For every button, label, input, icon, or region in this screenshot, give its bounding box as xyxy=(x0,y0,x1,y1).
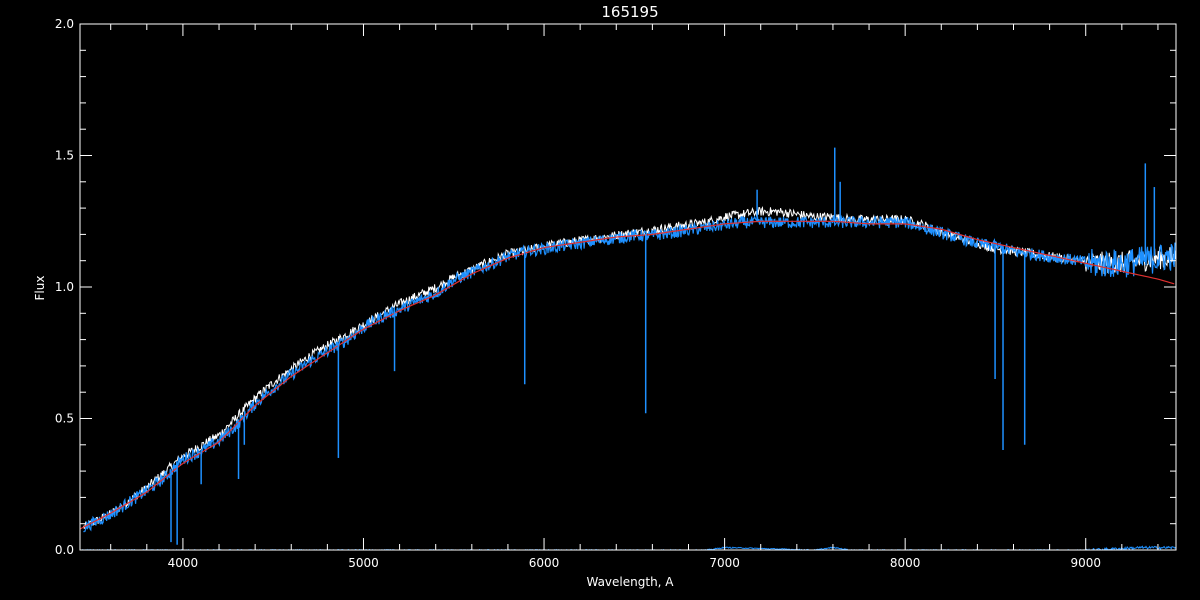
chart-title: 165195 xyxy=(601,3,658,21)
y-tick-label: 0.5 xyxy=(55,412,74,426)
y-tick-label: 0.0 xyxy=(55,543,74,557)
x-tick-label: 9000 xyxy=(1070,556,1101,570)
y-tick-label: 2.0 xyxy=(55,17,74,31)
x-axis-label: Wavelength, A xyxy=(586,575,674,589)
y-tick-label: 1.0 xyxy=(55,280,74,294)
spectrum-chart: 165195 Wavelength, A Flux 4000 5000 6000 70… xyxy=(0,0,1200,600)
x-tick-label: 8000 xyxy=(890,556,921,570)
x-tick-label: 4000 xyxy=(168,556,199,570)
x-tick-label: 5000 xyxy=(348,556,379,570)
chart-background xyxy=(0,0,1200,600)
y-axis-label: Flux xyxy=(33,276,47,301)
x-tick-label: 6000 xyxy=(529,556,560,570)
x-tick-label: 7000 xyxy=(709,556,740,570)
y-tick-label: 1.5 xyxy=(55,149,74,163)
